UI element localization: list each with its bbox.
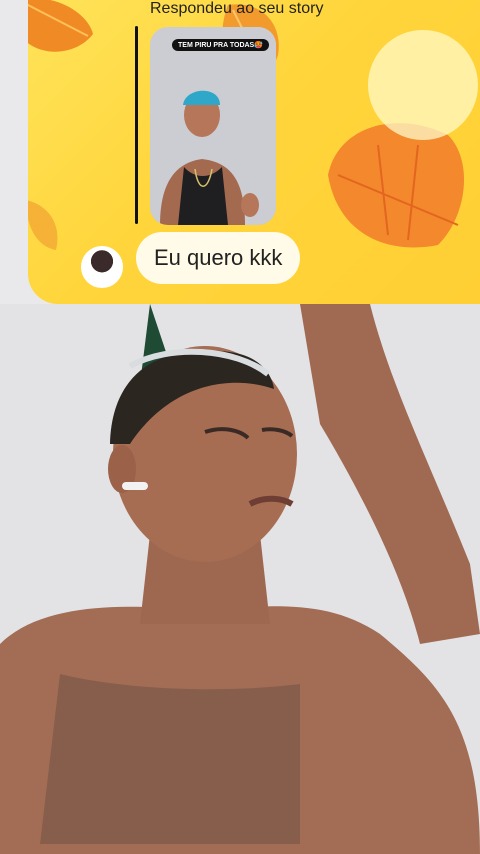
leaf-decoration [28,200,58,250]
quote-bar [135,26,138,224]
leaf-decoration [28,0,93,52]
glow-decoration [368,30,478,140]
story-caption: TEM PIRU PRA TODAS🥵 [172,39,269,51]
story-thumbnail[interactable]: TEM PIRU PRA TODAS🥵 [150,27,276,225]
story-photo [150,27,276,225]
reply-message-bubble[interactable]: Eu quero kkk [136,232,301,284]
sender-avatar[interactable] [81,246,123,288]
reply-label: Respondeu ao seu story [150,0,324,17]
video-frame[interactable] [0,304,480,854]
story-reply-card: Respondeu ao seu story TEM PIRU PRA TODA… [28,0,480,304]
leaf-decoration [328,123,465,248]
video-photo [0,304,480,854]
reply-message-text: Eu quero kkk [154,245,283,270]
